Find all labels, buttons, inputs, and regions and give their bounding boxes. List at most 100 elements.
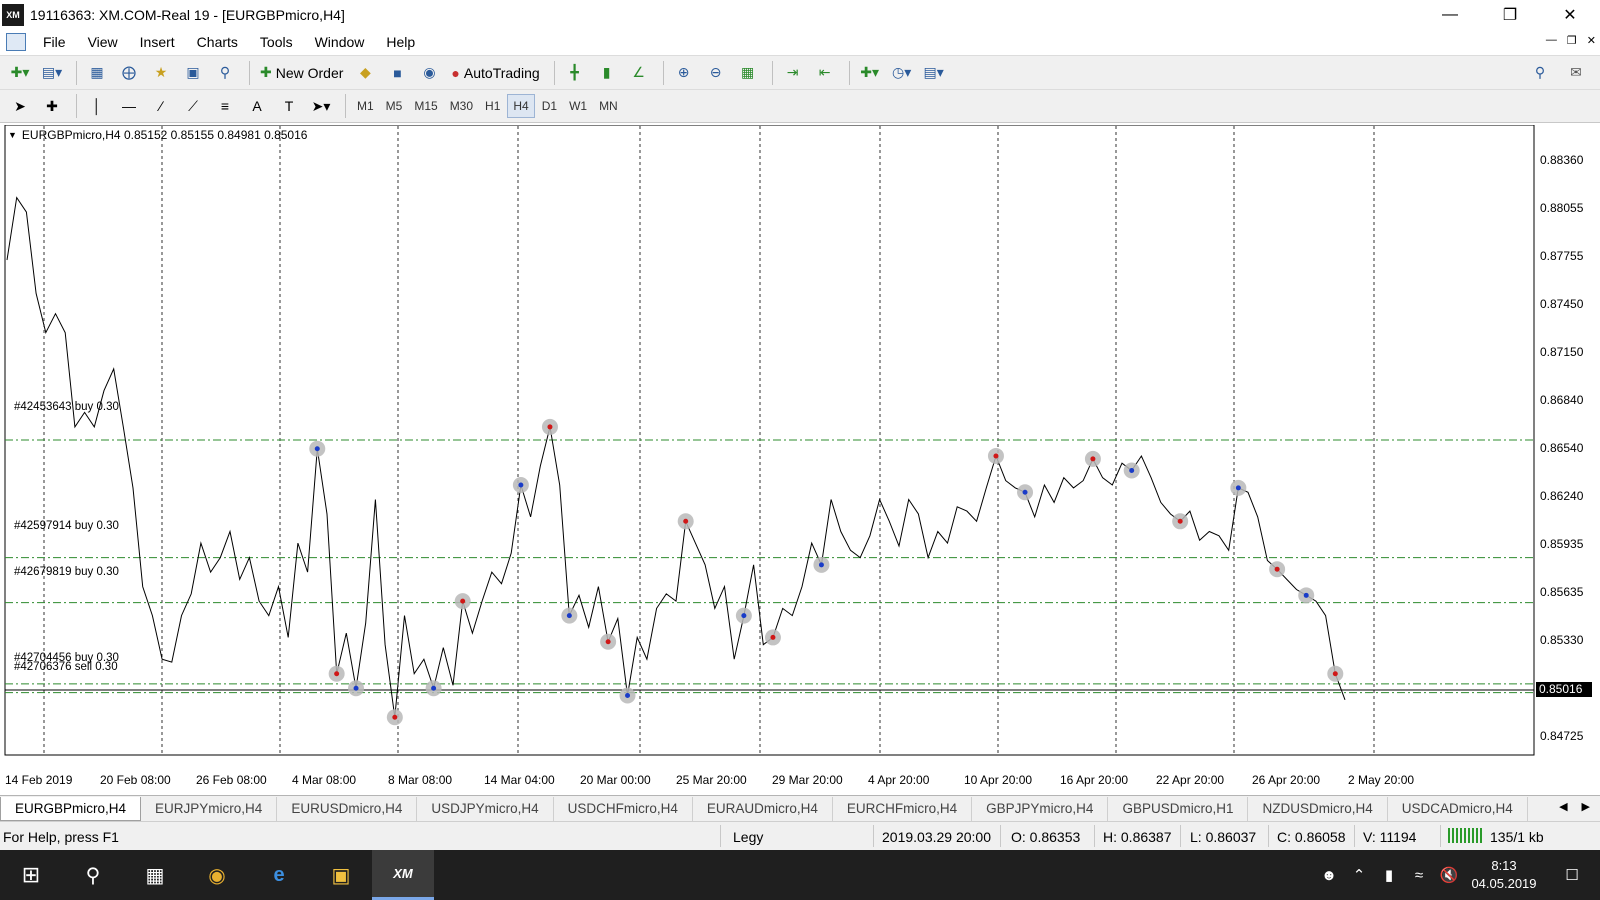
status-connection: 135/1 kb: [1490, 829, 1544, 845]
templates-icon[interactable]: ▤▾: [920, 60, 948, 86]
menu-view[interactable]: View: [77, 34, 129, 50]
crosshair-icon[interactable]: ✚: [38, 93, 66, 119]
timeframe-w1[interactable]: W1: [564, 94, 592, 118]
task-view-icon[interactable]: ▦: [124, 850, 186, 900]
search-icon[interactable]: ⚲: [1526, 60, 1554, 86]
text-label-icon[interactable]: T: [275, 93, 303, 119]
xm-terminal-taskbar-icon[interactable]: XM: [372, 850, 434, 900]
trade-arrow: [770, 634, 776, 640]
navigator-icon[interactable]: ★: [147, 60, 175, 86]
minimize-button[interactable]: —: [1420, 0, 1480, 30]
equidistant-channel-icon[interactable]: ⟋: [179, 93, 207, 119]
tab-euraud[interactable]: EURAUDmicro,H4: [693, 796, 833, 821]
horizontal-line-icon[interactable]: —: [115, 93, 143, 119]
chart-window-icon[interactable]: [6, 33, 26, 51]
tab-scroll-right-icon[interactable]: ▶: [1582, 800, 1590, 813]
autotrading-button[interactable]: ● AutoTrading: [447, 60, 543, 86]
timeframe-m1[interactable]: M1: [352, 94, 379, 118]
fibonacci-icon[interactable]: ≡: [211, 93, 239, 119]
menu-help[interactable]: Help: [375, 34, 426, 50]
tab-usdjpy[interactable]: USDJPYmicro,H4: [417, 796, 554, 821]
price-axis-label: 0.84725: [1540, 729, 1584, 743]
chat-icon[interactable]: ✉: [1562, 60, 1590, 86]
tab-usdchf[interactable]: USDCHFmicro,H4: [554, 796, 693, 821]
close-button[interactable]: ✕: [1540, 0, 1600, 30]
timeframe-m5[interactable]: M5: [381, 94, 408, 118]
timeframe-d1[interactable]: D1: [537, 94, 562, 118]
signals-icon[interactable]: ■: [383, 60, 411, 86]
candlestick-icon[interactable]: ▮: [593, 60, 621, 86]
new-chart-icon[interactable]: ✚▾: [6, 60, 34, 86]
autoscroll-icon[interactable]: ⇥: [779, 60, 807, 86]
trade-arrow: [1177, 518, 1183, 524]
tab-gbpusd[interactable]: GBPUSDmicro,H1: [1108, 796, 1249, 821]
cursor-icon[interactable]: ➤: [6, 93, 34, 119]
chart-window[interactable]: ▼ EURGBPmicro,H4 0.85152 0.85155 0.84981…: [0, 125, 1600, 795]
volume-mute-icon[interactable]: 🔇: [1434, 866, 1464, 884]
clock[interactable]: 8:13 04.05.2019: [1464, 857, 1544, 893]
menu-charts[interactable]: Charts: [186, 34, 249, 50]
trade-arrow: [518, 482, 524, 488]
tab-eurjpy[interactable]: EURJPYmicro,H4: [141, 796, 278, 821]
indicators-icon[interactable]: ✚▾: [856, 60, 884, 86]
tile-windows-icon[interactable]: ▦: [734, 60, 762, 86]
dropdown-triangle-icon[interactable]: ▼: [8, 130, 17, 140]
bar-chart-icon[interactable]: ╋: [561, 60, 589, 86]
timeframe-m15[interactable]: M15: [409, 94, 442, 118]
text-icon[interactable]: A: [243, 93, 271, 119]
zoom-in-icon[interactable]: ⊕: [670, 60, 698, 86]
tab-nzdusd[interactable]: NZDUSDmicro,H4: [1248, 796, 1388, 821]
chevron-up-icon[interactable]: ⌃: [1344, 866, 1374, 884]
timeframe-m30[interactable]: M30: [445, 94, 478, 118]
mdi-close-icon[interactable]: ✕: [1587, 34, 1596, 47]
tab-scroll-left-icon[interactable]: ◀: [1559, 800, 1567, 813]
timeframe-h1[interactable]: H1: [480, 94, 505, 118]
order-label: #42679819 buy 0.30: [14, 566, 119, 578]
price-chart[interactable]: [0, 125, 1600, 795]
market-icon[interactable]: ◉: [415, 60, 443, 86]
arrows-icon[interactable]: ➤▾: [307, 93, 335, 119]
clock-date: 04.05.2019: [1471, 876, 1537, 891]
wifi-icon[interactable]: ≈: [1404, 867, 1434, 884]
terminal-icon[interactable]: ▣: [179, 60, 207, 86]
autotrading-icon: ●: [451, 64, 460, 81]
timeframe-h4[interactable]: H4: [507, 94, 535, 118]
chart-shift-icon[interactable]: ⇤: [811, 60, 839, 86]
tab-usdcad[interactable]: USDCADmicro,H4: [1388, 796, 1528, 821]
trendline-icon[interactable]: ∕: [147, 93, 175, 119]
menu-file[interactable]: File: [32, 34, 77, 50]
tab-eurusd[interactable]: EURUSDmicro,H4: [277, 796, 418, 821]
edge-icon[interactable]: e: [248, 850, 310, 900]
market-watch-icon[interactable]: ▦: [83, 60, 111, 86]
trade-arrow: [625, 692, 631, 698]
menu-tools[interactable]: Tools: [249, 34, 304, 50]
tab-eurgbp[interactable]: EURGBPmicro,H4: [0, 796, 142, 821]
status-open: O: 0.86353: [1011, 829, 1081, 845]
mdi-minimize-icon[interactable]: —: [1546, 34, 1557, 47]
periods-icon[interactable]: ◷▾: [888, 60, 916, 86]
price-axis-label: 0.88055: [1540, 201, 1584, 215]
profiles-icon[interactable]: ▤▾: [38, 60, 66, 86]
notifications-icon[interactable]: ☐: [1544, 866, 1600, 884]
chrome-icon[interactable]: ◉: [186, 850, 248, 900]
timeframe-mn[interactable]: MN: [594, 94, 623, 118]
people-icon[interactable]: ☻: [1314, 867, 1344, 884]
file-explorer-icon[interactable]: ▣: [310, 850, 372, 900]
windows-start-icon[interactable]: ⊞: [0, 850, 62, 900]
strategy-tester-icon[interactable]: ⚲: [211, 60, 239, 86]
new-order-button[interactable]: ✚ New Order: [256, 60, 347, 86]
menu-window[interactable]: Window: [304, 34, 376, 50]
tab-eurchf[interactable]: EURCHFmicro,H4: [833, 796, 973, 821]
battery-icon[interactable]: ▮: [1374, 866, 1404, 884]
line-chart-icon[interactable]: ∠: [625, 60, 653, 86]
search-taskbar-icon[interactable]: ⚲: [62, 850, 124, 900]
mdi-restore-icon[interactable]: ❐: [1567, 34, 1577, 47]
zoom-out-icon[interactable]: ⊖: [702, 60, 730, 86]
menu-insert[interactable]: Insert: [129, 34, 186, 50]
data-window-icon[interactable]: ⨁: [115, 60, 143, 86]
vertical-line-icon[interactable]: │: [83, 93, 111, 119]
menu-bar: File View Insert Charts Tools Window Hel…: [0, 30, 1600, 54]
tab-gbpjpy[interactable]: GBPJPYmicro,H4: [972, 796, 1109, 821]
maximize-button[interactable]: ❐: [1480, 0, 1540, 30]
metaeditor-icon[interactable]: ◆: [351, 60, 379, 86]
